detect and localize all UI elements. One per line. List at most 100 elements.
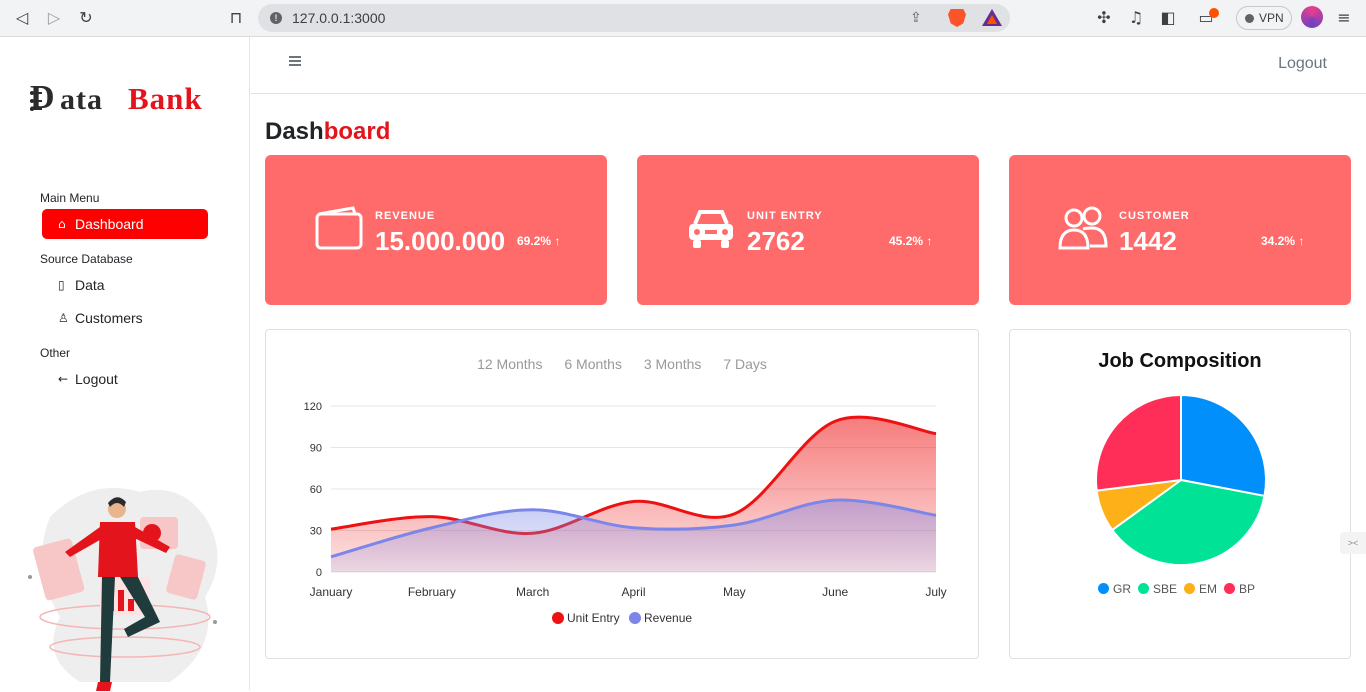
arrow-left-icon: ← — [58, 372, 69, 386]
trend-chart-panel: 12 Months 6 Months 3 Months 7 Days 0 30 60… — [265, 329, 979, 659]
page-title: Dashboard — [265, 118, 390, 146]
pie-slice-bp[interactable] — [1095, 393, 1182, 492]
y-tick-label: 90 — [310, 443, 322, 455]
area-chart[interactable]: 0 30 60 90 120 January February March April May Ju… — [266, 360, 978, 660]
section-label-source: Source Database — [40, 252, 133, 266]
card-percent: 45.2% ↑ — [889, 234, 932, 248]
card-percent-value: 69.2% — [517, 234, 552, 248]
profile-avatar[interactable] — [1301, 6, 1323, 28]
back-icon[interactable]: ◁ — [12, 8, 32, 28]
revenue-card: REVENUE 15.000.000 69.2% ↑ — [265, 155, 607, 305]
vpn-button[interactable]: VPN — [1236, 6, 1292, 30]
sidebar-item-label: Logout — [75, 371, 118, 387]
pie-slice-gr[interactable] — [1180, 393, 1267, 498]
logo-text-bank: Bank — [128, 81, 203, 116]
sidebar-item-label: Customers — [75, 310, 143, 326]
y-tick-label: 120 — [304, 401, 322, 413]
legend-marker — [1224, 583, 1235, 594]
sidebar-item-customers[interactable]: ♙ Customers — [42, 303, 208, 333]
legend-label: SBE — [1152, 582, 1177, 596]
arrow-up-icon: ↑ — [926, 234, 933, 248]
sidebar-item-dashboard[interactable]: ⌂ Dashboard — [42, 209, 208, 239]
top-bar: Logout — [251, 37, 1366, 94]
sidebar-item-data[interactable]: ▯ Data — [42, 270, 208, 300]
legend-marker — [1097, 583, 1109, 594]
pie-legend: GR SBE EM BP — [1010, 582, 1350, 596]
x-tick-label: June — [822, 585, 848, 599]
car-icon — [689, 210, 733, 248]
legend-label[interactable]: Unit Entry — [567, 611, 620, 625]
legend-marker — [1137, 583, 1149, 594]
legend-label: GR — [1112, 582, 1131, 596]
x-tick-label: July — [925, 585, 946, 599]
x-tick-label: February — [408, 585, 456, 599]
x-tick-label: January — [310, 585, 353, 599]
forward-icon[interactable]: ▷ — [44, 8, 64, 28]
card-label: REVENUE — [375, 210, 436, 222]
page-title-part1: Dash — [265, 118, 324, 145]
menu-icon[interactable]: ≡ — [1334, 8, 1354, 28]
legend-item[interactable]: GR — [1097, 582, 1131, 596]
card-value: 15.000.000 — [375, 226, 506, 256]
hamburger-menu-icon[interactable] — [289, 56, 301, 66]
bat-rewards-icon[interactable] — [982, 9, 1002, 26]
y-tick-label: 30 — [310, 526, 322, 538]
legend-marker[interactable] — [552, 612, 564, 624]
y-tick-label: 0 — [316, 567, 322, 579]
sidebar-item-label: Data — [75, 277, 105, 293]
section-label-main: Main Menu — [40, 191, 100, 205]
card-label: UNIT ENTRY — [747, 210, 823, 222]
address-bar[interactable]: ! 127.0.0.1:3000 ⇪ — [258, 4, 1010, 32]
legend-label: BP — [1239, 582, 1256, 596]
bookmark-icon[interactable]: ⊓ — [226, 8, 246, 28]
x-tick-label: May — [723, 585, 746, 599]
legend-marker — [1184, 583, 1195, 594]
logo[interactable]: D ata Bank — [30, 77, 220, 121]
brave-shield-icon[interactable] — [948, 9, 966, 27]
pie-chart-title: Job Composition — [1098, 350, 1262, 372]
extensions-icon[interactable]: ✣ — [1094, 8, 1114, 28]
legend-marker[interactable] — [629, 612, 641, 624]
unit-entry-card: UNIT ENTRY 2762 45.2% ↑ — [637, 155, 979, 305]
logout-link[interactable]: Logout — [1278, 55, 1327, 73]
card-percent-value: 45.2% — [889, 234, 924, 248]
legend-label[interactable]: Revenue — [644, 611, 692, 625]
card-percent-value: 34.2% — [1261, 234, 1296, 248]
site-info-icon[interactable]: ! — [270, 12, 282, 24]
card-label: CUSTOMER — [1119, 210, 1190, 222]
card-percent: 69.2% ↑ — [517, 234, 560, 248]
sidebar-item-label: Dashboard — [75, 216, 144, 232]
sidebar: D ata Bank Main Menu ⌂ Dashboard Source … — [0, 37, 250, 691]
file-icon: ▯ — [58, 278, 65, 292]
notification-badge — [1209, 8, 1219, 18]
job-composition-panel: Job Composition GR SBE EM BP — [1009, 329, 1351, 659]
card-percent: 34.2% ↑ — [1261, 234, 1304, 248]
x-tick-label: April — [621, 585, 645, 599]
logo-circuit-icon — [30, 91, 42, 111]
dashboard-illustration — [28, 487, 218, 691]
y-tick-label: 60 — [310, 484, 322, 496]
music-icon[interactable]: ♫ — [1126, 8, 1146, 28]
legend-item[interactable]: EM — [1184, 582, 1217, 596]
wallet-icon — [315, 206, 363, 250]
browser-toolbar: ◁ ▷ ↻ ⊓ ! 127.0.0.1:3000 ⇪ ✣ ♫ ◧ ▭ VPN ≡ — [0, 0, 1366, 37]
x-tick-label: March — [516, 585, 549, 599]
legend-label: EM — [1199, 582, 1217, 596]
card-value: 1442 — [1119, 226, 1177, 256]
reload-icon[interactable]: ↻ — [76, 8, 96, 28]
legend-item[interactable]: BP — [1224, 582, 1255, 596]
person-icon: ♙ — [58, 311, 69, 325]
share-icon[interactable]: ⇪ — [910, 9, 928, 27]
people-icon — [1058, 206, 1108, 250]
arrow-up-icon: ↑ — [1298, 234, 1305, 248]
sidebar-icon[interactable]: ◧ — [1158, 8, 1178, 28]
url-text[interactable]: 127.0.0.1:3000 — [292, 10, 385, 26]
pie-chart[interactable] — [1010, 385, 1350, 575]
collapse-handle-icon[interactable]: >< — [1340, 532, 1366, 554]
arrow-up-icon: ↑ — [554, 234, 561, 248]
logo-text-data: ata — [60, 83, 103, 116]
page-title-part2: board — [323, 118, 391, 145]
sidebar-item-logout[interactable]: ← Logout — [42, 364, 208, 394]
legend-item[interactable]: SBE — [1137, 582, 1177, 596]
chart-legend: Unit Entry Revenue — [552, 611, 692, 625]
